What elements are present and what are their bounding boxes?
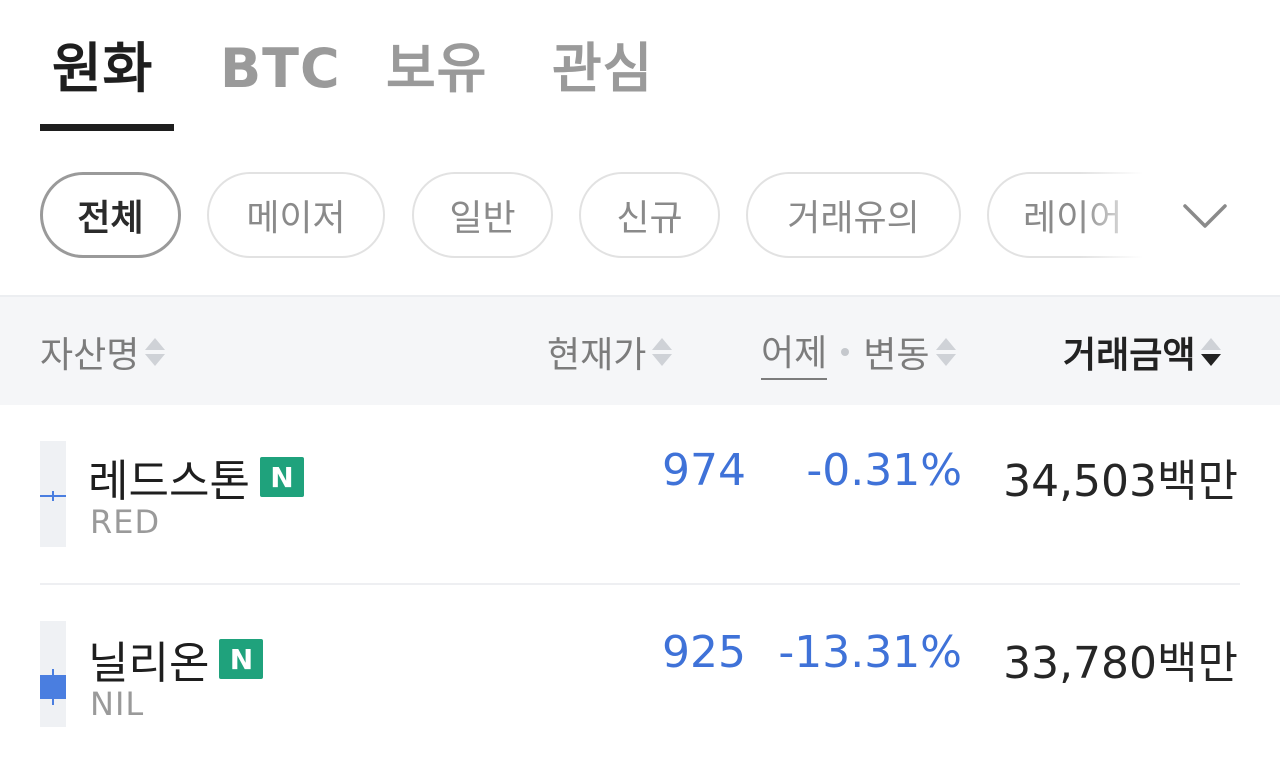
filters-expand-button[interactable] [1160,170,1250,262]
current-price: 925 [662,627,746,678]
asset-name-text: 레드스톤 [88,456,250,507]
asset-name: 닐리온 N [88,627,264,691]
change-basis-toggle[interactable]: 어제 [761,324,828,380]
tab-holdings[interactable]: 보유 [386,34,487,104]
tab-btc[interactable]: BTC [220,34,341,104]
table-row[interactable]: 레드스톤 N RED 974 -0.31% 34,503백만 [40,405,1240,585]
change-rate: -13.31% [778,627,962,678]
filter-major[interactable]: 메이저 [207,172,385,258]
column-current-price-label: 현재가 [547,335,647,376]
active-tab-indicator [40,124,174,131]
chips-fade-overlay [1080,170,1170,262]
asset-ticker: NIL [90,685,145,723]
asset-name-text: 닐리온 [88,638,210,689]
asset-ticker: RED [90,503,161,541]
sort-icon [652,335,673,369]
trade-amount: 34,503백만 [1003,456,1238,507]
column-trade-amount-label: 거래금액 [1063,335,1196,376]
column-asset-name[interactable]: 자산명 [40,297,166,407]
new-badge: N [219,639,264,679]
filter-chips: 전체 메이저 일반 신규 거래유의 레이어 [0,170,1280,262]
filter-general[interactable]: 일반 [412,172,553,258]
sort-desc-icon [1201,335,1222,369]
trade-amount: 33,780백만 [1003,638,1238,689]
column-asset-name-label: 자산명 [40,335,140,376]
table-row[interactable]: 닐리온 N NIL 925 -13.31% 33,780백만 [40,587,1240,759]
column-current-price[interactable]: 현재가 [547,297,673,407]
asset-name: 레드스톤 N [88,445,304,509]
filter-all[interactable]: 전체 [40,172,181,258]
current-price: 974 [662,445,746,496]
new-badge: N [259,457,304,497]
mini-candle-chart [40,441,66,547]
tab-watchlist[interactable]: 관심 [552,34,653,104]
mini-candle-chart [40,621,66,727]
filter-caution[interactable]: 거래유의 [746,172,961,258]
table-header: 자산명 현재가 어제 변동 거래금액 [0,295,1280,405]
column-change[interactable]: 어제 변동 [761,297,956,407]
sort-icon [935,335,956,369]
tab-krw[interactable]: 원화 [52,34,153,104]
column-change-label: 변동 [863,335,930,376]
column-trade-amount[interactable]: 거래금액 [1063,297,1222,407]
chevron-down-icon [1183,204,1227,228]
separator-dot [841,348,850,356]
sort-icon [145,335,166,369]
filter-new[interactable]: 신규 [579,172,720,258]
change-rate: -0.31% [806,445,962,496]
market-tabs: 원화 BTC 보유 관심 [0,0,1280,132]
